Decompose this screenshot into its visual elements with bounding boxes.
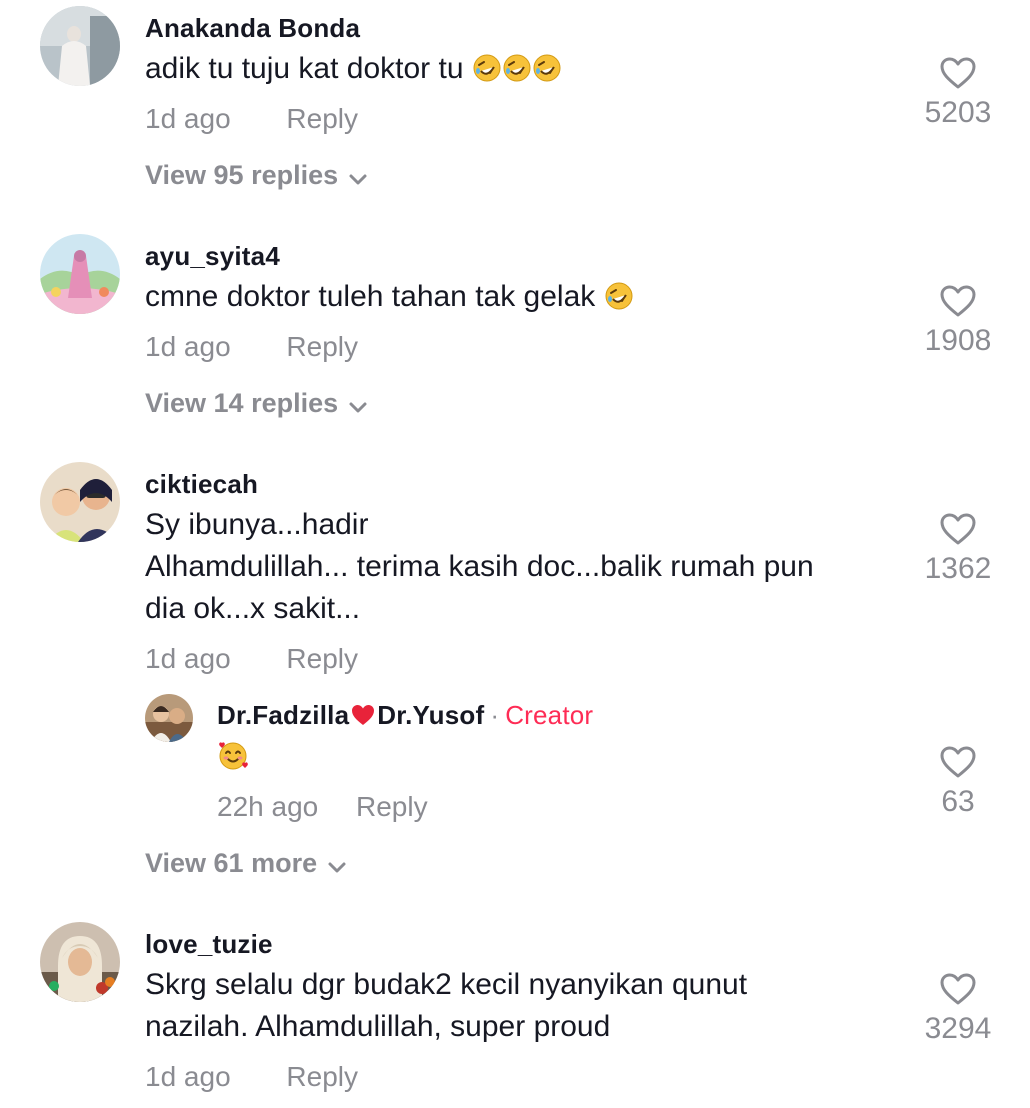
comment-text-line: Skrg selalu dgr budak2 kecil nyanyikan q… [145,968,748,1001]
comment-timestamp: 1d ago [145,103,231,134]
reply-button[interactable]: Reply [286,331,358,362]
chevron-down-icon [328,862,346,873]
comment-text-line: dia ok...x sakit... [145,592,361,625]
reply-meta: 22h ago Reply [217,791,428,823]
like-count: 3294 [924,1012,992,1045]
like-count: 1362 [924,552,992,585]
view-more-replies-button[interactable]: View 61 more [145,848,347,879]
reply-button[interactable]: Reply [356,791,428,822]
reply-username[interactable]: Dr.Fadzilla Dr.Yusof · Creator [217,700,593,734]
like-button[interactable]: 3294 [903,972,1013,1046]
like-button[interactable]: 1908 [903,284,1013,358]
rolling-on-floor-laughing-icon [472,53,502,95]
comment-text-line: Alhamdulillah... terima kasih doc...bali… [145,550,814,583]
view-replies-label: View 95 replies [145,160,339,190]
heart-outline-icon [940,973,976,1005]
comment-text-line: nazilah. Alhamdulillah, super proud [145,1010,611,1043]
comment-text: cmne doktor tuleh tahan tak gelak [145,276,905,323]
comment-username[interactable]: Anakanda Bonda [145,13,360,44]
chevron-down-icon [349,174,367,185]
reply-avatar[interactable] [145,694,193,742]
chevron-down-icon [349,402,367,413]
reply-username-part: Dr.Fadzilla [217,700,350,730]
like-button[interactable]: 63 [903,745,1013,819]
comment-meta: 1d ago Reply [145,1061,358,1093]
reply-timestamp: 22h ago [217,791,319,822]
comment-timestamp: 1d ago [145,643,231,674]
rolling-on-floor-laughing-icon [532,53,562,95]
reply-username-part: Dr.Yusof [377,700,485,730]
comment-username[interactable]: ayu_syita4 [145,241,280,272]
creator-badge: Creator [505,700,594,730]
avatar[interactable] [40,462,120,542]
avatar[interactable] [40,234,120,314]
comment-text: Sy ibunya...hadir Alhamdulillah... terim… [145,504,905,630]
like-count: 5203 [924,96,992,129]
smiling-face-with-hearts-icon [217,740,249,784]
like-count: 63 [941,785,975,818]
reply-button[interactable]: Reply [286,1061,358,1092]
view-replies-button[interactable]: View 95 replies [145,160,368,191]
comment-username[interactable]: love_tuzie [145,929,273,960]
comment-username[interactable]: ciktiecah [145,469,258,500]
heart-outline-icon [940,746,976,778]
like-button[interactable]: 5203 [903,56,1013,130]
comment-text-line: Sy ibunya...hadir [145,508,369,541]
avatar[interactable] [40,6,120,86]
comment-text: adik tu tuju kat doktor tu [145,48,905,95]
avatar[interactable] [40,922,120,1002]
comment-timestamp: 1d ago [145,1061,231,1092]
comment-meta: 1d ago Reply [145,643,358,675]
view-replies-button[interactable]: View 14 replies [145,388,368,419]
reply-button[interactable]: Reply [286,103,358,134]
heart-outline-icon [940,513,976,545]
view-more-label: View 61 more [145,848,318,878]
comment-meta: 1d ago Reply [145,103,358,135]
heart-outline-icon [940,57,976,89]
comment-timestamp: 1d ago [145,331,231,362]
heart-outline-icon [940,285,976,317]
reply-text [217,737,977,784]
red-heart-icon [350,703,376,734]
reply-button[interactable]: Reply [286,643,358,674]
rolling-on-floor-laughing-icon [502,53,532,95]
separator-dot: · [490,700,500,730]
comment-text-content: cmne doktor tuleh tahan tak gelak [145,280,596,313]
view-replies-label: View 14 replies [145,388,339,418]
comment-meta: 1d ago Reply [145,331,358,363]
comment-text: Skrg selalu dgr budak2 kecil nyanyikan q… [145,964,905,1048]
comment-text-content: adik tu tuju kat doktor tu [145,52,464,85]
like-count: 1908 [924,324,992,357]
rolling-on-floor-laughing-icon [604,281,634,323]
like-button[interactable]: 1362 [903,512,1013,586]
